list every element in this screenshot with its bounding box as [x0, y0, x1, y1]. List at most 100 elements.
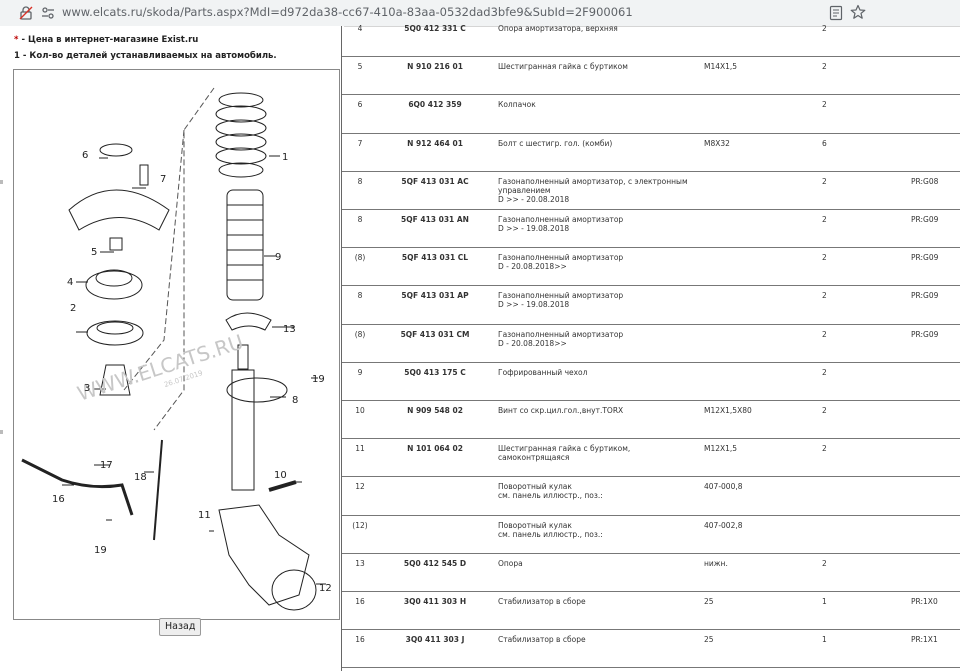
part-position: 16: [355, 635, 365, 645]
part-number-link[interactable]: 3Q0 411 303 H: [390, 597, 480, 606]
parts-row[interactable]: 7 N 912 464 01 Болт с шестигр. гол. (комби…: [342, 133, 960, 172]
parts-row[interactable]: 8 5QF 413 031 AP Газонаполненный амортизат…: [342, 285, 960, 325]
part-info: PR:G09: [911, 253, 939, 263]
part-info: PR:G09: [911, 215, 939, 224]
legend-quantity: 1- Кол-во деталей устанавливаемых на авт…: [14, 51, 277, 61]
part-position: 10: [355, 406, 365, 415]
part-quantity: 2: [822, 558, 827, 568]
part-quantity: 2: [822, 24, 827, 33]
parts-row[interactable]: 13 5Q0 412 545 D Опора нижн. 2: [342, 553, 960, 592]
part-position: 9: [357, 367, 363, 377]
callout-18: 18: [134, 472, 147, 483]
part-position: (8): [354, 253, 366, 263]
part-position: 8: [357, 291, 363, 301]
parts-row[interactable]: 9 5Q0 413 175 C Гофрированный чехол 2: [342, 362, 960, 401]
part-number-link[interactable]: N 101 064 02: [390, 444, 480, 453]
part-number-link[interactable]: 3Q0 411 303 J: [390, 635, 480, 644]
part-name: Шестигранная гайка с буртиком, самоконтр…: [498, 444, 631, 463]
parts-row[interactable]: 5 N 910 216 01 Шестигранная гайка с буртик…: [342, 56, 960, 96]
part-note: 407-000,8: [704, 482, 743, 492]
lock-icon[interactable]: [18, 5, 34, 21]
part-quantity: 2: [822, 253, 827, 263]
part-number-link[interactable]: 5QF 413 031 AC: [390, 177, 480, 186]
part-note: M8X32: [704, 138, 730, 148]
part-name: Винт со скр.цил.гол.,внут.TORX: [498, 406, 624, 415]
part-note: 25: [704, 635, 714, 645]
callout-3: 3: [84, 383, 90, 394]
part-name: Болт с шестигр. гол. (комби): [498, 138, 613, 148]
part-number-link[interactable]: 5QF 413 031 CL: [390, 253, 480, 262]
part-quantity: 2: [822, 62, 827, 72]
parts-row[interactable]: (8) 5QF 413 031 CM Газонаполненный амортиз…: [342, 324, 960, 363]
part-quantity: 1: [822, 635, 827, 645]
part-quantity: 2: [822, 367, 827, 377]
part-note: M12X1,5: [704, 444, 738, 454]
parts-row[interactable]: 4 5Q0 412 331 C Опора амортизатора, верхня…: [342, 18, 960, 58]
part-number-link[interactable]: 6Q0 412 359: [390, 100, 480, 109]
part-note-line: см. панель иллюстр., поз.:: [498, 491, 603, 501]
part-position: 8: [357, 176, 363, 186]
part-name: Опора: [498, 558, 523, 568]
scroll-marker: [0, 430, 3, 434]
callout-19a: 19: [312, 374, 325, 385]
part-info: PR:G08: [911, 176, 939, 186]
part-quantity: 2: [822, 215, 827, 224]
callout-4: 4: [67, 277, 73, 288]
parts-row[interactable]: (12) Поворотный кулак 407-002,8 см. панель …: [342, 515, 960, 554]
part-info: PR:1X0: [911, 597, 938, 606]
part-number-link[interactable]: 5QF 413 031 CM: [390, 330, 480, 339]
part-note-line: D >> - 20.08.2018: [498, 194, 570, 204]
callout-5: 5: [91, 247, 97, 258]
part-name: Шестигранная гайка с буртиком: [498, 62, 628, 72]
parts-row[interactable]: 8 5QF 413 031 AN Газонаполненный амортизат…: [342, 209, 960, 249]
part-position: (8): [354, 329, 366, 339]
coil-spring: [215, 92, 267, 178]
address-field[interactable]: www.elcats.ru/skoda/Parts.aspx?MdI=d972d…: [62, 5, 633, 19]
callout-11: 11: [198, 510, 211, 521]
parts-row[interactable]: (8) 5QF 413 031 CL Газонаполненный амортиз…: [342, 247, 960, 287]
part-note-line: D >> - 19.08.2018: [498, 300, 570, 310]
part-name: Колпачок: [498, 100, 536, 110]
parts-row[interactable]: 11 N 101 064 02 Шестигранная гайка с бурти…: [342, 438, 960, 478]
part-name: Опора амортизатора, верхняя: [498, 24, 618, 33]
part-name: Газонаполненный амортизатор: [498, 215, 624, 224]
part-number-link[interactable]: 5Q0 412 331 C: [390, 24, 480, 33]
part-number-link[interactable]: 5QF 413 031 AN: [390, 215, 480, 224]
parts-row[interactable]: 16 3Q0 411 303 H Стабилизатор в сборе 25 1 PR…: [342, 591, 960, 631]
part-info: PR:1X1: [911, 635, 938, 645]
part-note: M12X1,5X80: [704, 406, 752, 415]
part-number-link[interactable]: N 909 548 02: [390, 406, 480, 415]
suspension-exploded-view: WWW.ELCATS.RU 26.07.2019 1 2 3 4 5 6 7 8…: [21, 87, 332, 611]
part-name: Поворотный кулак: [498, 482, 572, 492]
part-position: 12: [355, 482, 365, 492]
part-number-link[interactable]: 5Q0 413 175 C: [390, 368, 480, 377]
part-name: Стабилизатор в сборе: [498, 635, 586, 645]
callout-8: 8: [292, 395, 298, 406]
part-quantity: 2: [822, 291, 827, 301]
parts-table: 4 5Q0 412 331 C Опора амортизатора, верхня…: [341, 24, 960, 671]
callout-1: 1: [282, 152, 288, 163]
callout-17: 17: [100, 460, 113, 471]
callout-10: 10: [274, 470, 287, 481]
permissions-icon[interactable]: [40, 5, 56, 21]
callout-2: 2: [70, 303, 76, 314]
part-position: (12): [352, 520, 368, 530]
parts-row[interactable]: 10 N 909 548 02 Винт со скр.цил.гол.,внут.…: [342, 400, 960, 440]
lower-mount: [225, 312, 272, 331]
part-number-link[interactable]: 5Q0 412 545 D: [390, 559, 480, 568]
part-quantity: 2: [822, 329, 827, 339]
parts-row[interactable]: 6 6Q0 412 359 Колпачок 2: [342, 94, 960, 134]
part-number-link[interactable]: N 912 464 01: [390, 139, 480, 148]
part-number-link[interactable]: N 910 216 01: [390, 62, 480, 71]
parts-row[interactable]: 8 5QF 413 031 AC Газонаполненный амортизат…: [342, 171, 960, 210]
part-note-line: D - 20.08.2018>>: [498, 262, 567, 272]
part-position: 8: [357, 215, 363, 224]
part-number-link[interactable]: 5QF 413 031 AP: [390, 291, 480, 300]
bellows: [226, 189, 264, 301]
parts-row[interactable]: 12 Поворотный кулак 407-000,8 см. панель ил…: [342, 476, 960, 516]
back-button[interactable]: Назад: [159, 618, 202, 636]
part-note: M14X1,5: [704, 62, 738, 72]
part-quantity: 2: [822, 406, 827, 415]
part-quantity: 1: [822, 597, 827, 606]
parts-row[interactable]: 16 3Q0 411 303 J Стабилизатор в сборе 25 1 PR…: [342, 629, 960, 669]
